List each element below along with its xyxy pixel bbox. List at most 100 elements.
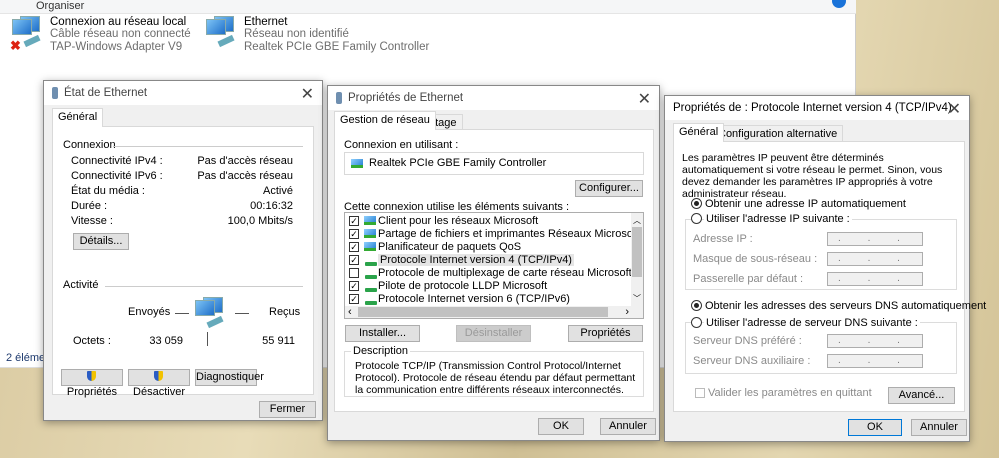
disconnected-x-icon: ✖ — [10, 38, 21, 53]
horizontal-scrollbar[interactable]: ‹ › — [345, 306, 643, 318]
component-item[interactable]: ✓ Protocole Internet version 4 (TCP/IPv4) — [345, 254, 631, 267]
close-icon[interactable]: ✕ — [948, 99, 961, 119]
explorer-toolbar: Organiser — [0, 0, 856, 14]
connection-status: Câble réseau non connecté — [50, 28, 191, 40]
general-panel: Les paramètres IP peuvent être déterminé… — [673, 141, 986, 412]
close-icon[interactable]: ✕ — [638, 89, 651, 109]
ip-manual-radio[interactable] — [691, 213, 702, 224]
component-checkbox[interactable]: ✓ — [349, 281, 359, 291]
status-row-label: État du média : — [71, 185, 145, 197]
status-row-label: Connectivité IPv4 : — [71, 155, 163, 167]
status-row-value: 00:16:32 — [250, 200, 293, 212]
close-button[interactable]: Fermer — [259, 401, 316, 418]
component-checkbox[interactable]: ✓ — [349, 216, 359, 226]
organize-menu[interactable]: Organiser — [36, 0, 84, 12]
field-label: Adresse IP : — [693, 233, 753, 245]
diagnose-button[interactable]: Diagnostiquer — [195, 369, 264, 386]
ip-manual-label[interactable]: Utiliser l'adresse IP suivante : — [704, 213, 852, 225]
component-checkbox[interactable]: ✓ — [349, 229, 359, 239]
title-bar[interactable]: Propriétés de : Protocole Internet versi… — [665, 96, 969, 120]
protocol-icon — [365, 275, 377, 279]
ok-button[interactable]: OK — [848, 419, 902, 436]
uninstall-button: Désinstaller — [456, 325, 531, 342]
tab-alternate-config[interactable]: Configuration alternative — [712, 125, 844, 142]
activity-heading: Activité — [63, 279, 99, 291]
component-label: Client pour les réseaux Microsoft — [378, 215, 539, 227]
component-item[interactable]: ✓ Planificateur de paquets QoS — [345, 241, 631, 254]
ip-address-input: . . . — [827, 354, 923, 368]
vertical-scrollbar[interactable]: ︿ ﹀ — [631, 213, 643, 306]
shield-icon — [86, 371, 96, 381]
ok-button[interactable]: OK — [538, 418, 584, 435]
configure-button[interactable]: Configurer... — [575, 180, 643, 197]
component-checkbox[interactable]: ✓ — [349, 294, 359, 304]
component-item[interactable]: ✓ Pilote de protocole LLDP Microsoft — [345, 280, 631, 293]
component-item[interactable]: Protocole de multiplexage de carte résea… — [345, 267, 632, 280]
intro-text: Les paramètres IP peuvent être déterminé… — [682, 152, 943, 200]
tab-general[interactable]: Général — [52, 108, 104, 127]
bytes-label: Octets : — [73, 335, 111, 347]
properties-button[interactable]: Propriétés — [61, 369, 123, 398]
ip-address-input: . . . — [827, 252, 923, 266]
field-label: Passerelle par défaut : — [693, 273, 804, 285]
ip-auto-label[interactable]: Obtenir une adresse IP automatiquement — [705, 198, 906, 210]
connection-item-local[interactable]: ✖ Connexion au réseau local Câble réseau… — [10, 16, 191, 54]
status-row-value: Pas d'accès réseau — [197, 155, 293, 167]
general-panel: Connexion Connectivité IPv4 : Pas d'accès… — [52, 126, 314, 398]
disable-button[interactable]: Désactiver — [128, 369, 190, 398]
status-row-label: Durée : — [71, 200, 108, 212]
components-list[interactable]: ✓ Client pour les réseaux Microsoft ✓ Parta… — [344, 212, 644, 319]
properties-button[interactable]: Propriétés — [568, 325, 643, 342]
network-adapter-icon: ✖ — [10, 16, 42, 53]
divider — [235, 313, 249, 314]
button-label: Désactiver — [133, 386, 185, 398]
divider — [207, 332, 208, 346]
protocol-icon — [365, 301, 377, 305]
dns-manual-label[interactable]: Utiliser l'adresse de serveur DNS suivan… — [704, 317, 920, 329]
network-icon — [52, 87, 58, 99]
dns-auto-radio[interactable] — [691, 300, 702, 311]
divider — [175, 313, 189, 314]
network-adapter-icon — [204, 16, 236, 50]
cancel-button[interactable]: Annuler — [911, 419, 967, 436]
title-bar[interactable]: État de Ethernet ✕ — [44, 81, 322, 105]
bytes-received: 55 911 — [262, 335, 295, 347]
component-checkbox[interactable]: ✓ — [349, 255, 359, 265]
component-label: Protocole de multiplexage de carte résea… — [378, 267, 632, 279]
scroll-down-icon[interactable]: ﹀ — [633, 293, 641, 304]
scroll-thumb[interactable] — [358, 307, 608, 317]
adapter-icon — [351, 159, 363, 168]
dns-manual-radio[interactable] — [691, 317, 702, 328]
advanced-button[interactable]: Avancé... — [888, 387, 955, 404]
details-button[interactable]: Détails... — [73, 233, 129, 250]
button-label: Propriétés — [66, 386, 118, 398]
ip-address-input: . . . — [827, 334, 923, 348]
dns-auto-label[interactable]: Obtenir les adresses des serveurs DNS au… — [705, 300, 986, 312]
network-component-icon — [364, 216, 376, 225]
tab-general[interactable]: Général — [673, 123, 725, 142]
description-text: Protocole TCP/IP (Transmission Control P… — [355, 360, 636, 396]
component-item[interactable]: ✓ Protocole Internet version 6 (TCP/IPv6) — [345, 293, 631, 306]
ip-address-input: . . . — [827, 232, 923, 246]
connection-name: Connexion au réseau local — [50, 16, 187, 28]
connection-adapter: Realtek PCIe GBE Family Controller — [244, 41, 430, 53]
component-item[interactable]: ✓ Partage de fichiers et imprimantes Rése… — [345, 228, 639, 241]
component-item[interactable]: ✓ Client pour les réseaux Microsoft — [345, 215, 631, 228]
close-icon[interactable]: ✕ — [301, 84, 314, 104]
scroll-up-icon[interactable]: ︿ — [633, 215, 641, 226]
install-button[interactable]: Installer... — [345, 325, 420, 342]
networking-panel: Connexion en utilisant : Realtek PCIe GB… — [334, 129, 654, 412]
scroll-left-icon[interactable]: ‹ — [348, 306, 352, 318]
title-bar[interactable]: Propriétés de Ethernet ✕ — [328, 86, 659, 110]
component-checkbox[interactable]: ✓ — [349, 242, 359, 252]
field-label: Serveur DNS auxiliaire : — [693, 355, 811, 367]
connection-status: Réseau non identifié — [244, 28, 349, 40]
cancel-button[interactable]: Annuler — [600, 418, 656, 435]
tab-networking[interactable]: Gestion de réseau — [334, 111, 436, 130]
ip-auto-radio[interactable] — [691, 198, 702, 209]
scroll-thumb[interactable] — [632, 227, 642, 277]
scroll-right-icon[interactable]: › — [625, 306, 629, 318]
connection-item-ethernet[interactable]: Ethernet Réseau non identifié Realtek PC… — [204, 16, 429, 54]
component-label: Pilote de protocole LLDP Microsoft — [378, 280, 548, 292]
component-checkbox[interactable] — [349, 268, 359, 278]
